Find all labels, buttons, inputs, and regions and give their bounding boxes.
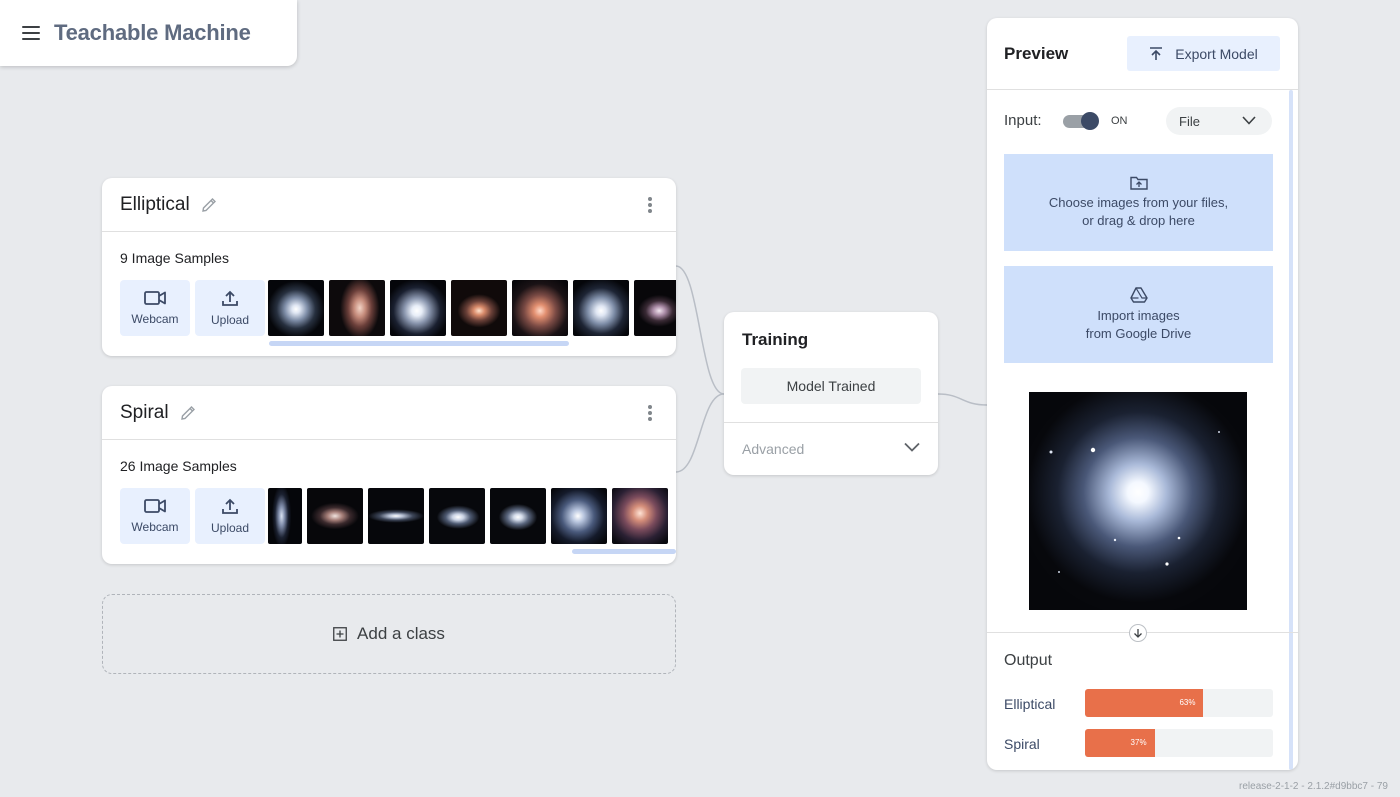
version-footer: release-2-1-2 - 2.1.2#d9bbc7 - 79 — [1239, 781, 1388, 792]
pencil-icon[interactable] — [200, 196, 218, 214]
upload-button[interactable]: Upload — [195, 488, 265, 544]
sample-thumbnail[interactable] — [268, 280, 324, 336]
more-options-icon[interactable] — [648, 197, 652, 213]
google-drive-icon — [1129, 286, 1148, 303]
brand-title: Teachable Machine — [54, 20, 251, 45]
preview-title: Preview — [1004, 44, 1069, 63]
output-title: Output — [1004, 652, 1053, 669]
input-source-select[interactable]: File — [1166, 107, 1272, 135]
advanced-toggle[interactable]: Advanced — [724, 422, 938, 475]
output-row-spiral: Spiral 37% — [1004, 729, 1274, 757]
sample-thumbnails[interactable] — [268, 280, 676, 336]
advanced-label: Advanced — [742, 441, 805, 457]
add-class-button[interactable]: Add a class — [102, 594, 676, 674]
sample-thumbnail[interactable] — [329, 280, 385, 336]
preview-scrollbar[interactable] — [1289, 90, 1293, 770]
confidence-percent: 63% — [1179, 698, 1196, 707]
confidence-bar: 63% — [1085, 689, 1273, 717]
preview-header: Preview Export Model — [987, 18, 1298, 90]
file-drop-zone[interactable]: Choose images from your files, or drag &… — [1004, 154, 1273, 251]
chevron-down-icon — [904, 442, 920, 452]
sample-thumbnails[interactable] — [268, 488, 676, 544]
sample-thumbnail[interactable] — [368, 488, 424, 544]
sample-thumbnail[interactable] — [551, 488, 607, 544]
sample-thumbnail[interactable] — [390, 280, 446, 336]
upload-icon — [222, 498, 238, 514]
upload-label: Upload — [210, 521, 250, 535]
class-name[interactable]: Elliptical — [120, 194, 190, 216]
upload-icon — [222, 290, 238, 306]
confidence-bar: 37% — [1085, 729, 1273, 757]
training-title: Training — [742, 330, 809, 349]
export-model-label: Export Model — [1175, 45, 1258, 62]
webcam-label: Webcam — [131, 520, 179, 534]
upload-arrow-icon — [1150, 46, 1163, 60]
sample-thumbnail[interactable] — [429, 488, 485, 544]
sample-thumbnail[interactable] — [451, 280, 507, 336]
sample-thumbnail[interactable] — [268, 488, 302, 544]
more-options-icon[interactable] — [648, 405, 652, 421]
arrow-down-icon — [1129, 624, 1147, 642]
upload-button[interactable]: Upload — [195, 280, 265, 336]
preview-panel: Preview Export Model Input: ON File Choo… — [987, 18, 1298, 770]
output-row-elliptical: Elliptical 63% — [1004, 689, 1274, 717]
video-camera-icon — [144, 499, 166, 513]
input-toggle[interactable] — [1063, 112, 1099, 130]
sample-thumbnail[interactable] — [634, 280, 676, 336]
add-box-icon — [333, 627, 347, 641]
webcam-button[interactable]: Webcam — [120, 488, 190, 544]
sample-thumbnail[interactable] — [307, 488, 363, 544]
folder-icon — [1129, 176, 1148, 190]
class-name[interactable]: Spiral — [120, 402, 169, 424]
class-header: Spiral — [102, 386, 676, 440]
export-model-button[interactable]: Export Model — [1127, 36, 1280, 71]
chevron-down-icon — [1242, 116, 1256, 125]
thumbnail-scrollbar[interactable] — [572, 549, 676, 554]
sample-thumbnail[interactable] — [512, 280, 568, 336]
output-label: Spiral — [1004, 736, 1040, 752]
pencil-icon[interactable] — [179, 404, 197, 422]
menu-icon[interactable] — [22, 26, 40, 40]
upload-label: Upload — [210, 313, 250, 327]
toggle-state-label: ON — [1111, 115, 1128, 127]
train-model-button[interactable]: Model Trained — [741, 368, 921, 404]
input-source-value: File — [1179, 113, 1200, 129]
drive-import-line2: from Google Drive — [1085, 325, 1192, 341]
thumbnail-scrollbar[interactable] — [269, 341, 569, 346]
sample-thumbnail[interactable] — [612, 488, 668, 544]
confidence-percent: 37% — [1130, 738, 1147, 747]
samples-count: 26 Image Samples — [120, 458, 237, 474]
preview-image — [1029, 392, 1247, 610]
webcam-button[interactable]: Webcam — [120, 280, 190, 336]
file-drop-line1: Choose images from your files, — [1048, 194, 1229, 210]
training-card: Training Model Trained Advanced — [724, 312, 938, 475]
google-drive-import[interactable]: Import images from Google Drive — [1004, 266, 1273, 363]
add-class-label: Add a class — [357, 624, 445, 643]
class-card-elliptical: Elliptical 9 Image Samples Webcam Upload — [102, 178, 676, 356]
video-camera-icon — [144, 291, 166, 305]
input-label: Input: — [1004, 112, 1042, 129]
app-header: Teachable Machine — [0, 0, 297, 66]
drive-import-line1: Import images — [1097, 307, 1180, 323]
sample-thumbnail[interactable] — [490, 488, 546, 544]
samples-count: 9 Image Samples — [120, 250, 229, 266]
sample-thumbnail[interactable] — [573, 280, 629, 336]
galaxy-image — [1029, 392, 1247, 610]
class-header: Elliptical — [102, 178, 676, 232]
output-label: Elliptical — [1004, 696, 1056, 712]
file-drop-line2: or drag & drop here — [1082, 212, 1195, 228]
webcam-label: Webcam — [131, 312, 179, 326]
class-card-spiral: Spiral 26 Image Samples Webcam Upload — [102, 386, 676, 564]
